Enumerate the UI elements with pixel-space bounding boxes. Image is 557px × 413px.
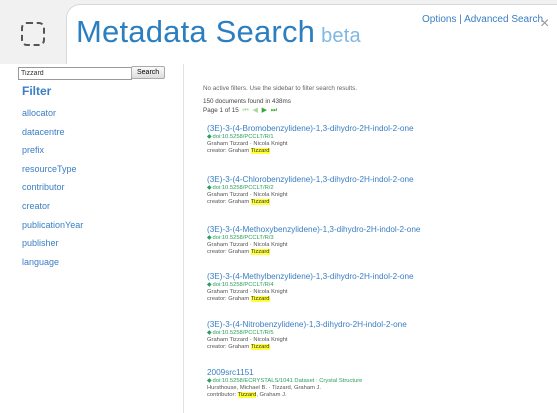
result-doi[interactable]: ◆doi:10.5258/PCCLT/R/1 bbox=[207, 134, 547, 141]
doi-icon: ◆ bbox=[207, 378, 212, 384]
role-prefix: creator: Graham bbox=[207, 198, 251, 205]
doi-icon: ◆ bbox=[207, 330, 212, 336]
result-doi[interactable]: ◆doi:10.5258/PCCLT/R/2 bbox=[207, 185, 547, 192]
result-doi[interactable]: ◆doi:10.5258/PCCLT/R/5 bbox=[207, 330, 547, 337]
result-role: contributor: Tizzard, Graham J. bbox=[207, 391, 547, 399]
next-page-icon[interactable]: ▶ bbox=[262, 106, 267, 114]
doi-text: doi:10.5258/PCCLT/R/3 bbox=[212, 235, 274, 241]
highlight-term: Tizzard bbox=[250, 295, 270, 302]
result-title[interactable]: (3E)-3-(4-Methoxybenzylidene)-1,3-dihydr… bbox=[207, 225, 547, 235]
search-button[interactable]: Search bbox=[131, 66, 166, 79]
options-links[interactable]: Options | Advanced Search bbox=[422, 14, 543, 25]
facet-resourcetype[interactable]: resourceType bbox=[22, 160, 83, 179]
facet-language[interactable]: language bbox=[22, 253, 83, 272]
result-doi[interactable]: ◆doi:10.5258/PCCLT/R/3 bbox=[207, 235, 547, 242]
doi-text: doi:10.5258/PCCLT/R/5 bbox=[212, 330, 274, 336]
facet-prefix[interactable]: prefix bbox=[22, 141, 83, 160]
filter-heading: Filter bbox=[22, 84, 52, 98]
result-title[interactable]: (3E)-3-(4-Bromobenzylidene)-1,3-dihydro-… bbox=[207, 124, 547, 134]
doi-text: doi:10.5258/PCCLT/R/1 bbox=[212, 134, 274, 140]
doi-icon: ◆ bbox=[207, 235, 212, 241]
doi-text: doi:10.5258/ECRYSTALS/1041 Dataset : Cry… bbox=[212, 378, 363, 384]
doi-icon: ◆ bbox=[207, 134, 212, 140]
result-item: (3E)-3-(4-Methylbenzylidene)-1,3-dihydro… bbox=[207, 272, 547, 302]
highlight-term: Tizzard bbox=[237, 391, 257, 398]
result-item: 2009src1151 ◆doi:10.5258/ECRYSTALS/1041 … bbox=[207, 368, 547, 398]
doi-icon: ◆ bbox=[207, 185, 212, 191]
facet-publicationyear[interactable]: publicationYear bbox=[22, 216, 83, 235]
highlight-term: Tizzard bbox=[250, 147, 270, 154]
facet-contributor[interactable]: contributor bbox=[22, 178, 83, 197]
result-authors: Graham Tizzard · Nicola Knight bbox=[207, 336, 288, 343]
doi-icon: ◆ bbox=[207, 282, 212, 288]
result-title[interactable]: (3E)-3-(4-Methylbenzylidene)-1,3-dihydro… bbox=[207, 272, 547, 282]
result-authors: Graham Tizzard · Nicola Knight bbox=[207, 241, 288, 248]
highlight-term: Tizzard bbox=[250, 248, 270, 255]
result-item: (3E)-3-(4-Chlorobenzylidene)-1,3-dihydro… bbox=[207, 175, 547, 205]
role-prefix: creator: Graham bbox=[207, 147, 251, 154]
result-item: (3E)-3-(4-Bromobenzylidene)-1,3-dihydro-… bbox=[207, 124, 547, 154]
role-prefix: creator: Graham bbox=[207, 295, 251, 302]
last-page-icon[interactable]: ⏭ bbox=[271, 107, 277, 115]
filter-notice: No active filters. Use the sidebar to fi… bbox=[203, 85, 357, 92]
page-indicator: Page 1 of 15 bbox=[203, 107, 239, 114]
doi-text: doi:10.5258/PCCLT/R/4 bbox=[212, 282, 274, 288]
doi-text: doi:10.5258/PCCLT/R/2 bbox=[212, 185, 274, 191]
result-authors: Graham Tizzard · Nicola Knight bbox=[207, 140, 288, 147]
result-authors: Graham Tizzard · Nicola Knight bbox=[207, 191, 288, 198]
search-input[interactable] bbox=[18, 67, 132, 80]
result-role: creator: Graham Tizzard bbox=[207, 343, 547, 351]
result-item: (3E)-3-(4-Nitrobenzylidene)-1,3-dihydro-… bbox=[207, 320, 547, 350]
facet-creator[interactable]: creator bbox=[22, 197, 83, 216]
prev-page-icon: ◀ bbox=[252, 107, 258, 114]
beta-badge: beta bbox=[321, 25, 361, 47]
result-title[interactable]: 2009src1151 bbox=[207, 368, 547, 378]
result-title[interactable]: (3E)-3-(4-Nitrobenzylidene)-1,3-dihydro-… bbox=[207, 320, 547, 330]
role-suffix: , Graham J. bbox=[256, 391, 287, 398]
highlight-term: Tizzard bbox=[250, 343, 270, 350]
facet-allocator[interactable]: allocator bbox=[22, 104, 83, 123]
role-prefix: contributor: bbox=[207, 391, 238, 398]
facet-publisher[interactable]: publisher bbox=[22, 234, 83, 253]
close-icon[interactable]: × bbox=[540, 16, 549, 32]
result-authors: Hursthouse, Michael B. · Tizzard, Graham… bbox=[207, 384, 322, 391]
page-header: Metadata Search beta Options | Advanced S… bbox=[0, 0, 557, 67]
logo-icon bbox=[21, 22, 45, 46]
result-item: (3E)-3-(4-Methoxybenzylidene)-1,3-dihydr… bbox=[207, 225, 547, 255]
result-role: creator: Graham Tizzard bbox=[207, 295, 547, 303]
page-title-text: Metadata Search bbox=[76, 14, 316, 49]
role-prefix: creator: Graham bbox=[207, 343, 251, 350]
result-authors: Graham Tizzard · Nicola Knight bbox=[207, 288, 288, 295]
facet-datacentre[interactable]: datacentre bbox=[22, 123, 83, 142]
role-prefix: creator: Graham bbox=[207, 248, 251, 255]
result-title[interactable]: (3E)-3-(4-Chlorobenzylidene)-1,3-dihydro… bbox=[207, 175, 547, 185]
result-role: creator: Graham Tizzard bbox=[207, 248, 547, 256]
result-doi[interactable]: ◆doi:10.5258/PCCLT/R/4 bbox=[207, 282, 547, 289]
pager: Page 1 of 15 ⏮ ◀ ▶ ⏭ bbox=[203, 106, 277, 115]
page-title: Metadata Search beta bbox=[76, 14, 361, 50]
result-role: creator: Graham Tizzard bbox=[207, 147, 547, 155]
result-count: 150 documents found in 438ms bbox=[203, 98, 291, 105]
result-doi[interactable]: ◆doi:10.5258/ECRYSTALS/1041 Dataset : Cr… bbox=[207, 378, 547, 385]
highlight-term: Tizzard bbox=[250, 198, 270, 205]
sidebar: Search Filter allocator datacentre prefi… bbox=[0, 64, 184, 413]
first-page-icon: ⏮ bbox=[242, 107, 249, 114]
result-role: creator: Graham Tizzard bbox=[207, 198, 547, 206]
facet-list: allocator datacentre prefix resourceType… bbox=[22, 104, 83, 271]
